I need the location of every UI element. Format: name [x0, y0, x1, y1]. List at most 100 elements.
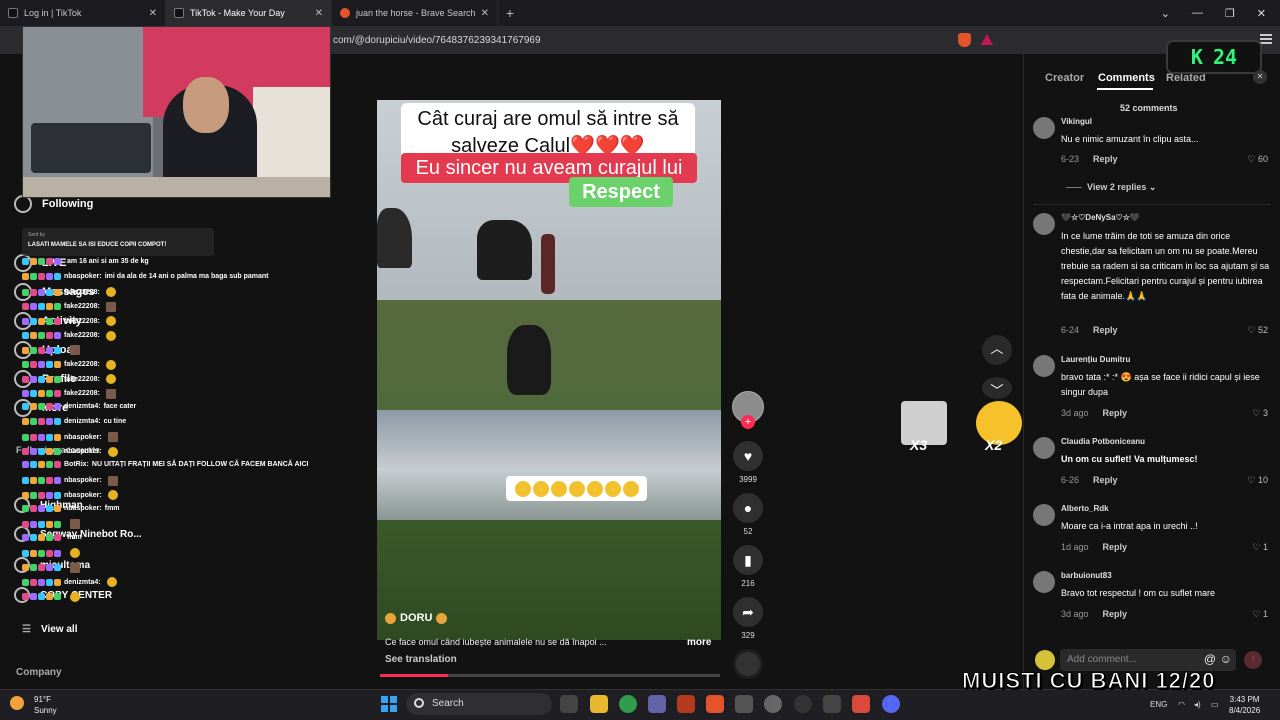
reply-button[interactable]: Reply [1103, 542, 1128, 552]
follow-plus-icon[interactable]: + [741, 415, 755, 429]
close-window-icon[interactable]: ✕ [1257, 7, 1266, 20]
comment-username[interactable]: Claudia Potboniceanu [1061, 437, 1145, 446]
comment-like[interactable]: ♡ 1 [1252, 542, 1268, 553]
tab-comments[interactable]: Comments [1098, 72, 1155, 84]
comment-like[interactable]: ♡ 52 [1247, 325, 1268, 336]
share-icon[interactable]: ➦ [733, 597, 763, 627]
view-all-link[interactable]: ☰ View all [22, 624, 77, 635]
tab-brave-search[interactable]: juan the horse - Brave Search ✕ [332, 0, 498, 26]
brave-icon[interactable] [706, 695, 724, 713]
chat-username[interactable]: fake22208: [64, 361, 100, 368]
close-icon[interactable]: ✕ [481, 8, 489, 19]
app-icon[interactable] [735, 695, 753, 713]
heart-icon[interactable]: ♥ [733, 441, 763, 471]
taskbar-search[interactable]: Search [406, 693, 552, 715]
reply-button[interactable]: Reply [1093, 475, 1118, 485]
file-explorer-icon[interactable] [590, 695, 608, 713]
reply-button[interactable]: Reply [1093, 325, 1118, 335]
comment-like[interactable]: ♡ 60 [1247, 154, 1268, 165]
discord-icon[interactable] [882, 695, 900, 713]
company-link[interactable]: Company [16, 667, 62, 678]
see-translation-button[interactable]: See translation [385, 654, 457, 665]
chat-username[interactable]: nbaspoker: [64, 492, 102, 499]
chat-username[interactable]: nbaspoker: [64, 434, 102, 441]
reply-button[interactable]: Reply [1103, 609, 1128, 619]
chat-username[interactable]: fake22208: [64, 289, 100, 296]
avatar[interactable] [1033, 355, 1055, 377]
brave-rewards-icon[interactable] [981, 34, 993, 45]
tab-tiktok[interactable]: TikTok - Make Your Day ✕ [166, 0, 332, 26]
clock[interactable]: 3:43 PM 8/4/2026 [1229, 694, 1260, 716]
maximize-icon[interactable]: ❐ [1225, 7, 1235, 20]
chat-username[interactable]: nbaspoker: [64, 273, 102, 280]
comment-icon[interactable]: ● [733, 493, 763, 523]
avatar[interactable] [1033, 117, 1055, 139]
chat-username[interactable]: fake22208: [64, 376, 100, 383]
bookmark-icon[interactable]: ▮ [733, 545, 763, 575]
chat-username[interactable]: fake22208: [64, 390, 100, 397]
chrome-icon[interactable] [619, 695, 637, 713]
obs-icon[interactable] [794, 695, 812, 713]
comment-username[interactable]: 🖤☆♡DeNySa♡☆🖤 [1061, 213, 1140, 222]
chat-username[interactable]: denizmta4: [64, 403, 101, 410]
avatar[interactable] [1033, 437, 1055, 459]
brave-shield-icon[interactable] [958, 33, 971, 47]
app-icon[interactable] [852, 695, 870, 713]
comment-like[interactable]: ♡ 3 [1252, 408, 1268, 419]
avatar[interactable] [1033, 504, 1055, 526]
reply-button[interactable]: Reply [1093, 154, 1118, 164]
avatar[interactable] [1033, 571, 1055, 593]
video-author[interactable]: DORU [385, 612, 448, 624]
new-tab-button[interactable]: + [498, 5, 522, 21]
close-icon[interactable]: ✕ [1253, 70, 1267, 84]
avatar[interactable] [1033, 213, 1055, 235]
tab-creator[interactable]: Creator [1045, 72, 1084, 84]
chat-username[interactable]: nbaspoker: [64, 505, 102, 512]
music-disc-icon[interactable] [733, 649, 763, 679]
app-icon[interactable] [823, 695, 841, 713]
chat-username[interactable]: fake22208: [64, 332, 100, 339]
comment-username[interactable]: barbuionut83 [1061, 571, 1112, 580]
tab-login[interactable]: Log in | TikTok ✕ [0, 0, 166, 26]
next-video-button[interactable]: ﹀ [982, 377, 1012, 399]
reply-button[interactable]: Reply [1103, 408, 1128, 418]
chat-username[interactable]: fake22208: [64, 303, 100, 310]
minimize-icon[interactable]: — [1192, 7, 1203, 19]
comment-username[interactable]: Laurențiu Dumitru [1061, 355, 1130, 364]
comment-username[interactable]: Vikingul [1061, 117, 1092, 126]
chat-username[interactable]: nbaspoker: [64, 448, 102, 455]
task-view-icon[interactable] [560, 695, 578, 713]
settings-icon[interactable] [764, 695, 782, 713]
mention-icon[interactable]: @ [1204, 652, 1216, 666]
chat-username[interactable]: fake22208: [64, 318, 100, 325]
emoji-icon[interactable]: ☺ [1220, 652, 1232, 666]
chat-username[interactable]: nbaspoker: [64, 477, 102, 484]
tab-list-icon[interactable]: ⌄ [1161, 7, 1170, 20]
save-action[interactable]: ▮ 216 [733, 545, 763, 588]
video-player[interactable]: Cât curaj are omul să intre să salveze C… [377, 100, 721, 640]
chat-username[interactable]: denizmta4: [64, 418, 101, 425]
language-indicator[interactable]: ENG [1150, 700, 1167, 709]
chat-username[interactable]: denizmta4: [64, 579, 101, 586]
illustrator-icon[interactable] [677, 695, 695, 713]
comment-like[interactable]: ♡ 1 [1252, 609, 1268, 620]
chat-username[interactable]: BotRix: [64, 461, 89, 468]
wifi-icon[interactable]: ◠ [1178, 700, 1185, 709]
close-icon[interactable]: ✕ [149, 8, 157, 19]
previous-video-button[interactable]: ︿ [982, 335, 1012, 365]
menu-icon[interactable] [1260, 34, 1272, 44]
teams-icon[interactable] [648, 695, 666, 713]
comment-username[interactable]: Alberto_Rdk [1061, 504, 1109, 513]
share-action[interactable]: ➦ 329 [733, 597, 763, 640]
view-replies-button[interactable]: View 2 replies ⌄ [1066, 182, 1156, 193]
video-progress-bar[interactable] [380, 674, 720, 677]
battery-icon[interactable]: ▭ [1211, 700, 1219, 709]
send-icon[interactable]: ↑ [1244, 651, 1262, 669]
more-button[interactable]: more [687, 637, 711, 648]
like-action[interactable]: ♥ 3999 [733, 441, 763, 484]
comment-action[interactable]: ● 52 [733, 493, 763, 536]
url-field[interactable]: com/@dorupiciu/video/7648376239341767969 [333, 35, 541, 46]
volume-icon[interactable]: ◂) [1194, 700, 1201, 709]
comment-like[interactable]: ♡ 10 [1247, 475, 1268, 486]
windows-start-icon[interactable] [381, 696, 397, 712]
